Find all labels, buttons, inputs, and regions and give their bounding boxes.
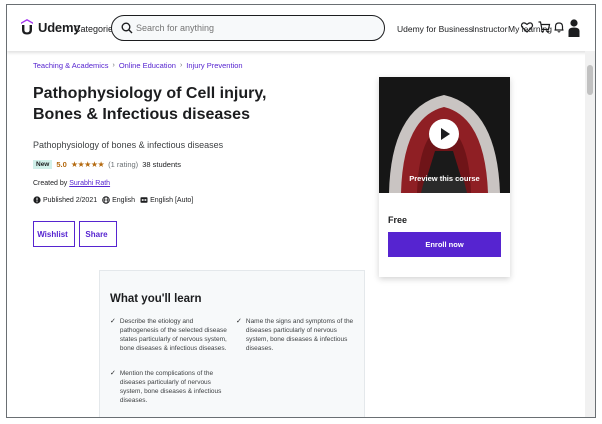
wishlist-label: Wishlist bbox=[37, 229, 68, 239]
udemy-logo[interactable]: Udemy bbox=[19, 18, 81, 36]
rating-score: 5.0 bbox=[56, 160, 67, 169]
search-bar[interactable] bbox=[111, 15, 385, 41]
play-icon bbox=[441, 128, 450, 140]
created-by-label: Created by bbox=[33, 180, 68, 187]
page-scrollbar[interactable] bbox=[585, 51, 595, 417]
published-text: Published 2/2021 bbox=[43, 196, 98, 204]
check-icon: ✓ bbox=[110, 370, 116, 377]
scrollbar-thumb[interactable] bbox=[587, 65, 593, 95]
check-icon: ✓ bbox=[236, 318, 242, 325]
browser-frame: Udemy Categories Udemy for Business Inst… bbox=[6, 4, 596, 418]
rating-count[interactable]: (1 rating) bbox=[108, 160, 138, 169]
new-badge: New bbox=[33, 160, 53, 169]
learn-item-text: Name the signs and symptoms of the disea… bbox=[245, 318, 354, 352]
rating-row: New 5.0 ★★★★★ (1 rating) 38 students bbox=[33, 160, 181, 169]
captions-text: English [Auto] bbox=[150, 196, 194, 204]
course-captions: English [Auto] bbox=[140, 196, 193, 204]
closed-captions-icon bbox=[140, 197, 148, 203]
breadcrumb-item-teaching[interactable]: Teaching & Academics bbox=[33, 61, 108, 70]
breadcrumb: Teaching & Academics › Online Education … bbox=[33, 61, 243, 70]
course-language: English bbox=[102, 196, 135, 204]
chevron-right-icon: › bbox=[179, 62, 183, 69]
wishlist-button[interactable]: Wishlist bbox=[33, 221, 75, 247]
bell-icon[interactable] bbox=[552, 20, 566, 34]
enroll-now-button[interactable]: Enroll now bbox=[388, 232, 501, 257]
avatar[interactable] bbox=[567, 18, 581, 38]
course-title: Pathophysiology of Cell injury, Bones & … bbox=[33, 85, 267, 123]
language-text: English bbox=[112, 196, 136, 204]
rating-stars: ★★★★★ bbox=[70, 160, 105, 169]
course-subtitle: Pathophysiology of bones & infectious di… bbox=[33, 140, 224, 150]
course-price: Free bbox=[388, 215, 408, 225]
student-count: 38 students bbox=[142, 160, 181, 169]
preview-label: Preview this course bbox=[409, 174, 480, 183]
learn-item: ✓ Describe the etiology and pathogenesis… bbox=[110, 317, 228, 353]
alert-icon bbox=[33, 196, 41, 204]
learn-title: What you'll learn bbox=[110, 293, 202, 305]
cart-icon[interactable] bbox=[537, 20, 551, 34]
globe-icon bbox=[102, 196, 110, 204]
instructor-link[interactable]: Instructor bbox=[472, 24, 507, 34]
search-icon[interactable] bbox=[120, 21, 134, 35]
learn-item-text: Describe the etiology and pathogenesis o… bbox=[119, 318, 227, 352]
course-preview-video[interactable]: Preview this course bbox=[379, 77, 510, 193]
breadcrumb-item-injury-prevention[interactable]: Injury Prevention bbox=[186, 61, 242, 70]
heart-icon[interactable] bbox=[520, 20, 534, 34]
purchase-card: Preview this course Free Enroll now bbox=[379, 77, 510, 277]
what-you-will-learn: What you'll learn ✓ Describe the etiolog… bbox=[99, 270, 365, 417]
top-navigation: Udemy Categories Udemy for Business Inst… bbox=[7, 5, 595, 51]
learn-item: ✓ Name the signs and symptoms of the dis… bbox=[236, 317, 356, 353]
created-by: Created by Surabhi Rath bbox=[33, 180, 110, 187]
udemy-for-business-link[interactable]: Udemy for Business bbox=[397, 24, 473, 34]
instructor-link[interactable]: Surabhi Rath bbox=[69, 180, 110, 187]
check-icon: ✓ bbox=[110, 318, 116, 325]
search-input[interactable] bbox=[136, 20, 376, 36]
play-button[interactable] bbox=[429, 119, 459, 149]
course-meta: Published 2/2021 English English [Auto] bbox=[33, 196, 193, 204]
breadcrumb-item-online-education[interactable]: Online Education bbox=[119, 61, 176, 70]
share-label: Share bbox=[85, 229, 108, 239]
udemy-logo-icon bbox=[21, 19, 33, 35]
share-button[interactable]: Share bbox=[79, 221, 117, 247]
learn-item-text: Mention the complications of the disease… bbox=[119, 370, 222, 404]
learn-item: ✓ Mention the complications of the disea… bbox=[110, 369, 228, 405]
published-date: Published 2/2021 bbox=[33, 196, 97, 204]
chevron-right-icon: › bbox=[112, 62, 115, 69]
